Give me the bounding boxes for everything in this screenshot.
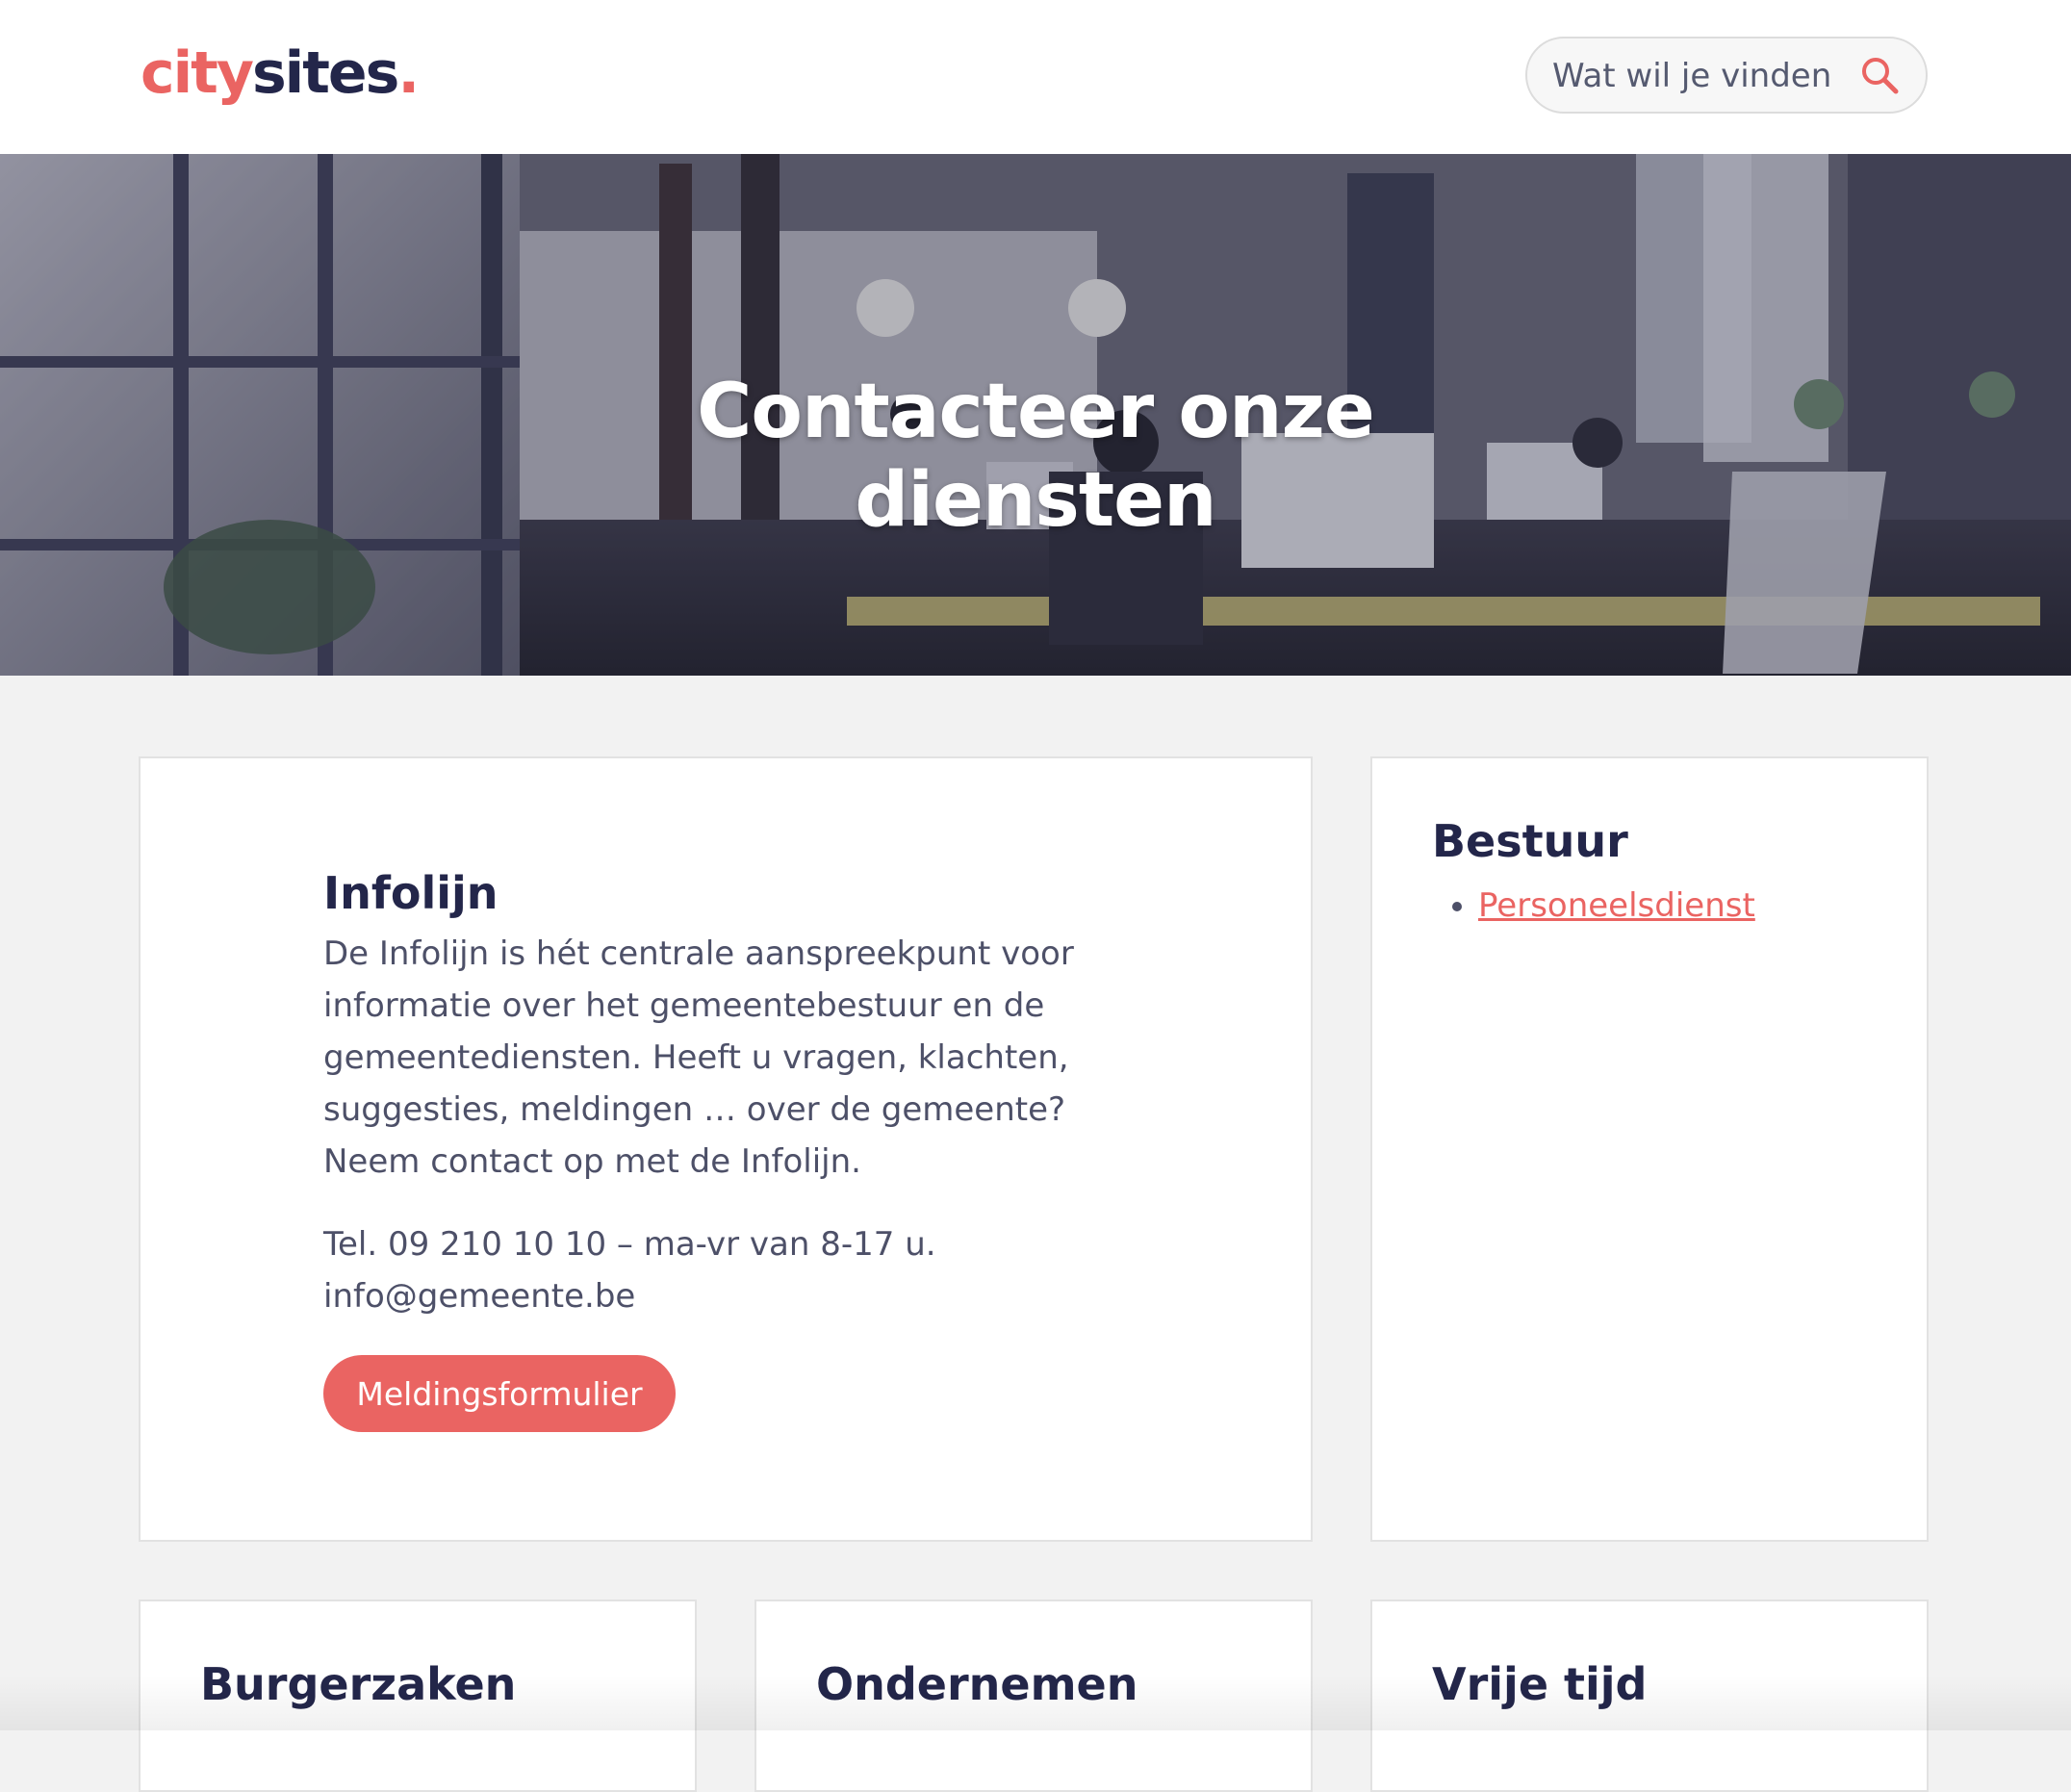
search-icon[interactable]: [1858, 54, 1901, 96]
search-input[interactable]: [1550, 48, 1862, 104]
search-box: [1525, 37, 1928, 114]
infolijn-email[interactable]: info@gemeente.be: [323, 1270, 1074, 1322]
report-form-button[interactable]: Meldingsformulier: [323, 1355, 676, 1432]
personeelsdienst-link[interactable]: Personeelsdienst: [1478, 886, 1755, 925]
burgerzaken-title: Burgerzaken: [200, 1658, 517, 1710]
infolijn-title: Infolijn: [323, 867, 499, 919]
hero-banner: Contacteer onze diensten: [0, 154, 2071, 676]
vrije-tijd-card[interactable]: Vrije tijd: [1370, 1600, 1929, 1792]
logo-dot: .: [397, 39, 420, 107]
ondernemen-card[interactable]: Ondernemen: [754, 1600, 1313, 1792]
logo-city: city: [141, 39, 254, 107]
bestuur-link-list: Personeelsdienst: [1432, 880, 1755, 932]
bestuur-title: Bestuur: [1432, 815, 1628, 867]
list-item: Personeelsdienst: [1478, 880, 1755, 932]
burgerzaken-card[interactable]: Burgerzaken: [139, 1600, 697, 1792]
citysites-logo[interactable]: citysites.: [141, 35, 420, 112]
logo-sites: sites: [251, 39, 399, 107]
infolijn-contact: Tel. 09 210 10 10 – ma-vr van 8-17 u. in…: [323, 1218, 1074, 1322]
infolijn-phone: Tel. 09 210 10 10 – ma-vr van 8-17 u.: [323, 1225, 936, 1264]
bestuur-card: Bestuur Personeelsdienst: [1370, 756, 1929, 1542]
vrije-tijd-title: Vrije tijd: [1432, 1658, 1648, 1710]
ondernemen-title: Ondernemen: [816, 1658, 1138, 1710]
infolijn-card: Infolijn De Infolijn is hét centrale aan…: [139, 756, 1313, 1542]
infolijn-description: De Infolijn is hét centrale aanspreekpun…: [323, 934, 1074, 1181]
site-header: citysites.: [0, 0, 2071, 154]
page-title: Contacteer onze diensten: [697, 369, 1375, 545]
